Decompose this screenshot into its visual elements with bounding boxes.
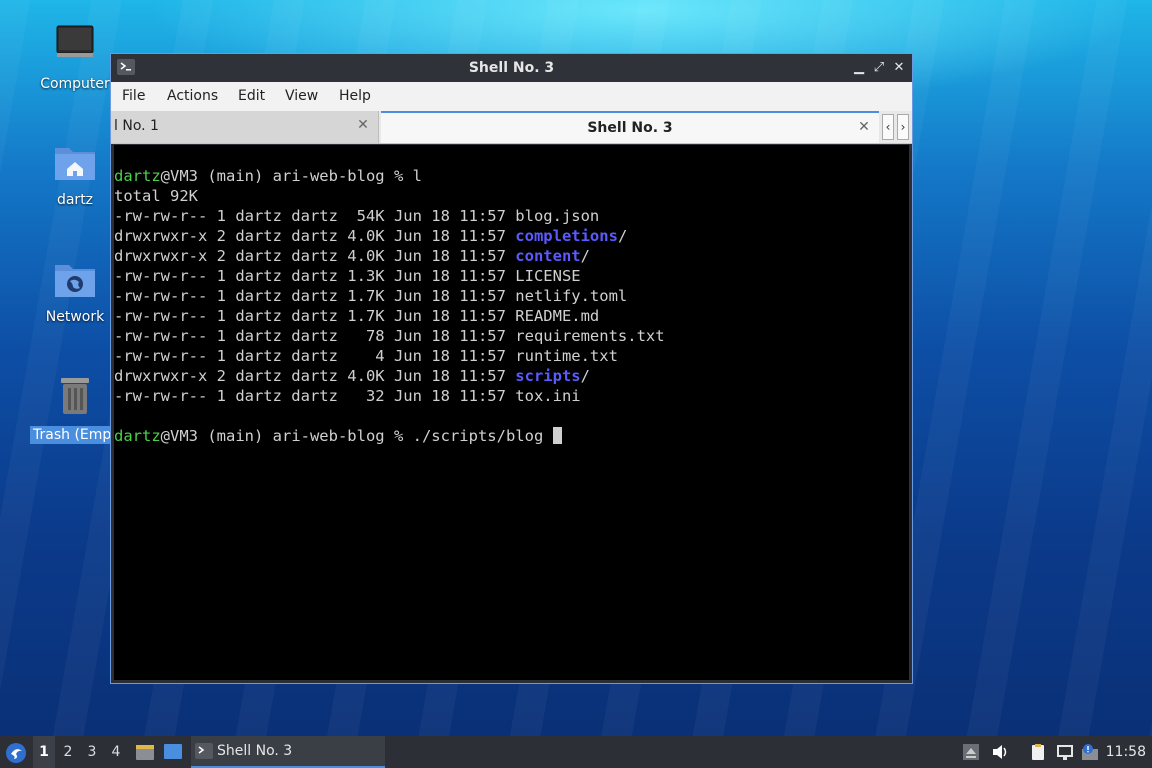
menu-help[interactable]: Help: [339, 82, 371, 111]
desktop-icon-network[interactable]: Network: [27, 255, 123, 325]
tab-close-icon[interactable]: ✕: [356, 118, 370, 132]
directory-slash: /: [580, 247, 590, 265]
volume-icon[interactable]: [991, 743, 1009, 761]
listing-row: drwxrwxr-x 2 dartz dartz 4.0K Jun 18 11:…: [114, 226, 909, 246]
file-attributes: -rw-rw-r-- 1 dartz dartz 4 Jun 18 11:57: [114, 347, 516, 365]
tab-scroll-left-button[interactable]: ‹: [882, 114, 894, 140]
tab-label: Shell No. 3: [587, 120, 673, 136]
command-text: l: [412, 167, 422, 185]
tab-close-icon[interactable]: ✕: [857, 120, 871, 134]
file-attributes: -rw-rw-r-- 1 dartz dartz 54K Jun 18 11:5…: [114, 207, 516, 225]
file-name: netlify.toml: [515, 287, 628, 305]
window-titlebar[interactable]: Shell No. 3 ▁ ⤢ ✕: [111, 54, 912, 82]
file-name: requirements.txt: [515, 327, 665, 345]
file-name: runtime.txt: [515, 347, 618, 365]
desktop-icon-home[interactable]: dartz: [27, 138, 123, 208]
file-manager-icon[interactable]: [135, 742, 155, 762]
tab-shell-1[interactable]: l No. 1 ✕: [111, 111, 379, 143]
terminal-line: dartz@VM3 (main) ari-web-blog % ./script…: [114, 426, 909, 446]
file-attributes: -rw-rw-r-- 1 dartz dartz 78 Jun 18 11:57: [114, 327, 516, 345]
directory-name: completions: [515, 227, 618, 245]
task-label: Shell No. 3: [217, 743, 293, 759]
desktop-icon-label: Computer: [40, 76, 110, 92]
notification-icon[interactable]: [1081, 743, 1099, 761]
directory-name: scripts: [515, 367, 581, 385]
desktop-icon-label: Network: [45, 309, 105, 325]
clock: 11:58: [1105, 744, 1146, 760]
minimize-button[interactable]: ▁: [851, 60, 867, 76]
tab-label: l No. 1: [114, 118, 159, 134]
maximize-button[interactable]: ⤢: [871, 60, 887, 76]
file-name: LICENSE: [515, 267, 581, 285]
prompt-host: @VM3 (main) ari-web-blog %: [160, 427, 413, 445]
window-title: Shell No. 3: [468, 60, 555, 76]
listing-row: -rw-rw-r-- 1 dartz dartz 4 Jun 18 11:57 …: [114, 346, 909, 366]
terminal-line: total 92K: [114, 187, 198, 205]
terminal-cursor: [552, 427, 562, 444]
file-attributes: drwxrwxr-x 2 dartz dartz 4.0K Jun 18 11:…: [114, 227, 516, 245]
prompt-user: dartz: [114, 167, 161, 185]
file-attributes: drwxrwxr-x 2 dartz dartz 4.0K Jun 18 11:…: [114, 247, 516, 265]
network-icon[interactable]: [1056, 743, 1074, 761]
terminal-app-icon: [195, 743, 213, 759]
file-name: tox.ini: [515, 387, 581, 405]
file-attributes: -rw-rw-r-- 1 dartz dartz 1.7K Jun 18 11:…: [114, 287, 516, 305]
menu-edit[interactable]: Edit: [238, 82, 265, 111]
menu-view[interactable]: View: [285, 82, 318, 111]
desktop-icon-label: Trash (Empty): [30, 426, 120, 444]
taskbar: 1 2 3 4 Shell No. 3 11:58: [0, 736, 1152, 768]
terminal-window: Shell No. 3 ▁ ⤢ ✕ File Actions Edit View…: [110, 53, 913, 684]
network-folder-icon: [55, 265, 95, 297]
menu-file[interactable]: File: [122, 82, 145, 111]
menu-bar: File Actions Edit View Help: [111, 82, 912, 111]
file-attributes: -rw-rw-r-- 1 dartz dartz 1.3K Jun 18 11:…: [114, 267, 516, 285]
file-attributes: drwxrwxr-x 2 dartz dartz 4.0K Jun 18 11:…: [114, 367, 516, 385]
clipboard-icon[interactable]: [1029, 743, 1047, 761]
taskbar-task-shell[interactable]: Shell No. 3: [191, 736, 385, 768]
computer-icon: [56, 25, 94, 57]
listing-row: -rw-rw-r-- 1 dartz dartz 1.3K Jun 18 11:…: [114, 266, 909, 286]
file-name: blog.json: [515, 207, 600, 225]
workspace-2[interactable]: 2: [57, 736, 79, 768]
command-text: ./scripts/blog: [412, 427, 553, 445]
directory-name: content: [515, 247, 581, 265]
desktop-icon-label: dartz: [56, 192, 94, 208]
listing-row: -rw-rw-r-- 1 dartz dartz 1.7K Jun 18 11:…: [114, 306, 909, 326]
directory-slash: /: [580, 367, 590, 385]
tab-bar: l No. 1 ✕ Shell No. 3 ✕ ‹ ›: [111, 111, 912, 144]
file-attributes: -rw-rw-r-- 1 dartz dartz 1.7K Jun 18 11:…: [114, 307, 516, 325]
close-button[interactable]: ✕: [891, 60, 907, 76]
workspace-1[interactable]: 1: [33, 736, 55, 768]
file-name: README.md: [515, 307, 600, 325]
file-attributes: -rw-rw-r-- 1 dartz dartz 32 Jun 18 11:57: [114, 387, 516, 405]
tab-scroll-right-button[interactable]: ›: [897, 114, 909, 140]
start-menu-icon[interactable]: [5, 742, 27, 764]
home-folder-icon: [55, 148, 95, 180]
terminal-output[interactable]: dartz@VM3 (main) ari-web-blog % l total …: [114, 145, 909, 680]
prompt-user: dartz: [114, 427, 161, 445]
workspace-3[interactable]: 3: [81, 736, 103, 768]
directory-slash: /: [617, 227, 628, 245]
show-desktop-icon[interactable]: [163, 743, 183, 761]
tab-shell-3[interactable]: Shell No. 3 ✕: [381, 111, 879, 143]
listing-row: -rw-rw-r-- 1 dartz dartz 54K Jun 18 11:5…: [114, 206, 909, 226]
trash-icon: [61, 378, 89, 414]
prompt-host: @VM3 (main) ari-web-blog %: [160, 167, 413, 185]
terminal-line: dartz@VM3 (main) ari-web-blog % l: [114, 166, 909, 186]
listing-row: -rw-rw-r-- 1 dartz dartz 32 Jun 18 11:57…: [114, 386, 909, 406]
menu-actions[interactable]: Actions: [167, 82, 218, 111]
eject-icon[interactable]: [962, 743, 980, 761]
listing-row: drwxrwxr-x 2 dartz dartz 4.0K Jun 18 11:…: [114, 246, 909, 266]
listing-row: drwxrwxr-x 2 dartz dartz 4.0K Jun 18 11:…: [114, 366, 909, 386]
workspace-4[interactable]: 4: [105, 736, 127, 768]
file-listing: -rw-rw-r-- 1 dartz dartz 54K Jun 18 11:5…: [114, 206, 909, 406]
desktop-icon-trash[interactable]: Trash (Empty): [27, 372, 123, 448]
listing-row: -rw-rw-r-- 1 dartz dartz 78 Jun 18 11:57…: [114, 326, 909, 346]
desktop-icon-computer[interactable]: Computer: [27, 22, 123, 92]
listing-row: -rw-rw-r-- 1 dartz dartz 1.7K Jun 18 11:…: [114, 286, 909, 306]
